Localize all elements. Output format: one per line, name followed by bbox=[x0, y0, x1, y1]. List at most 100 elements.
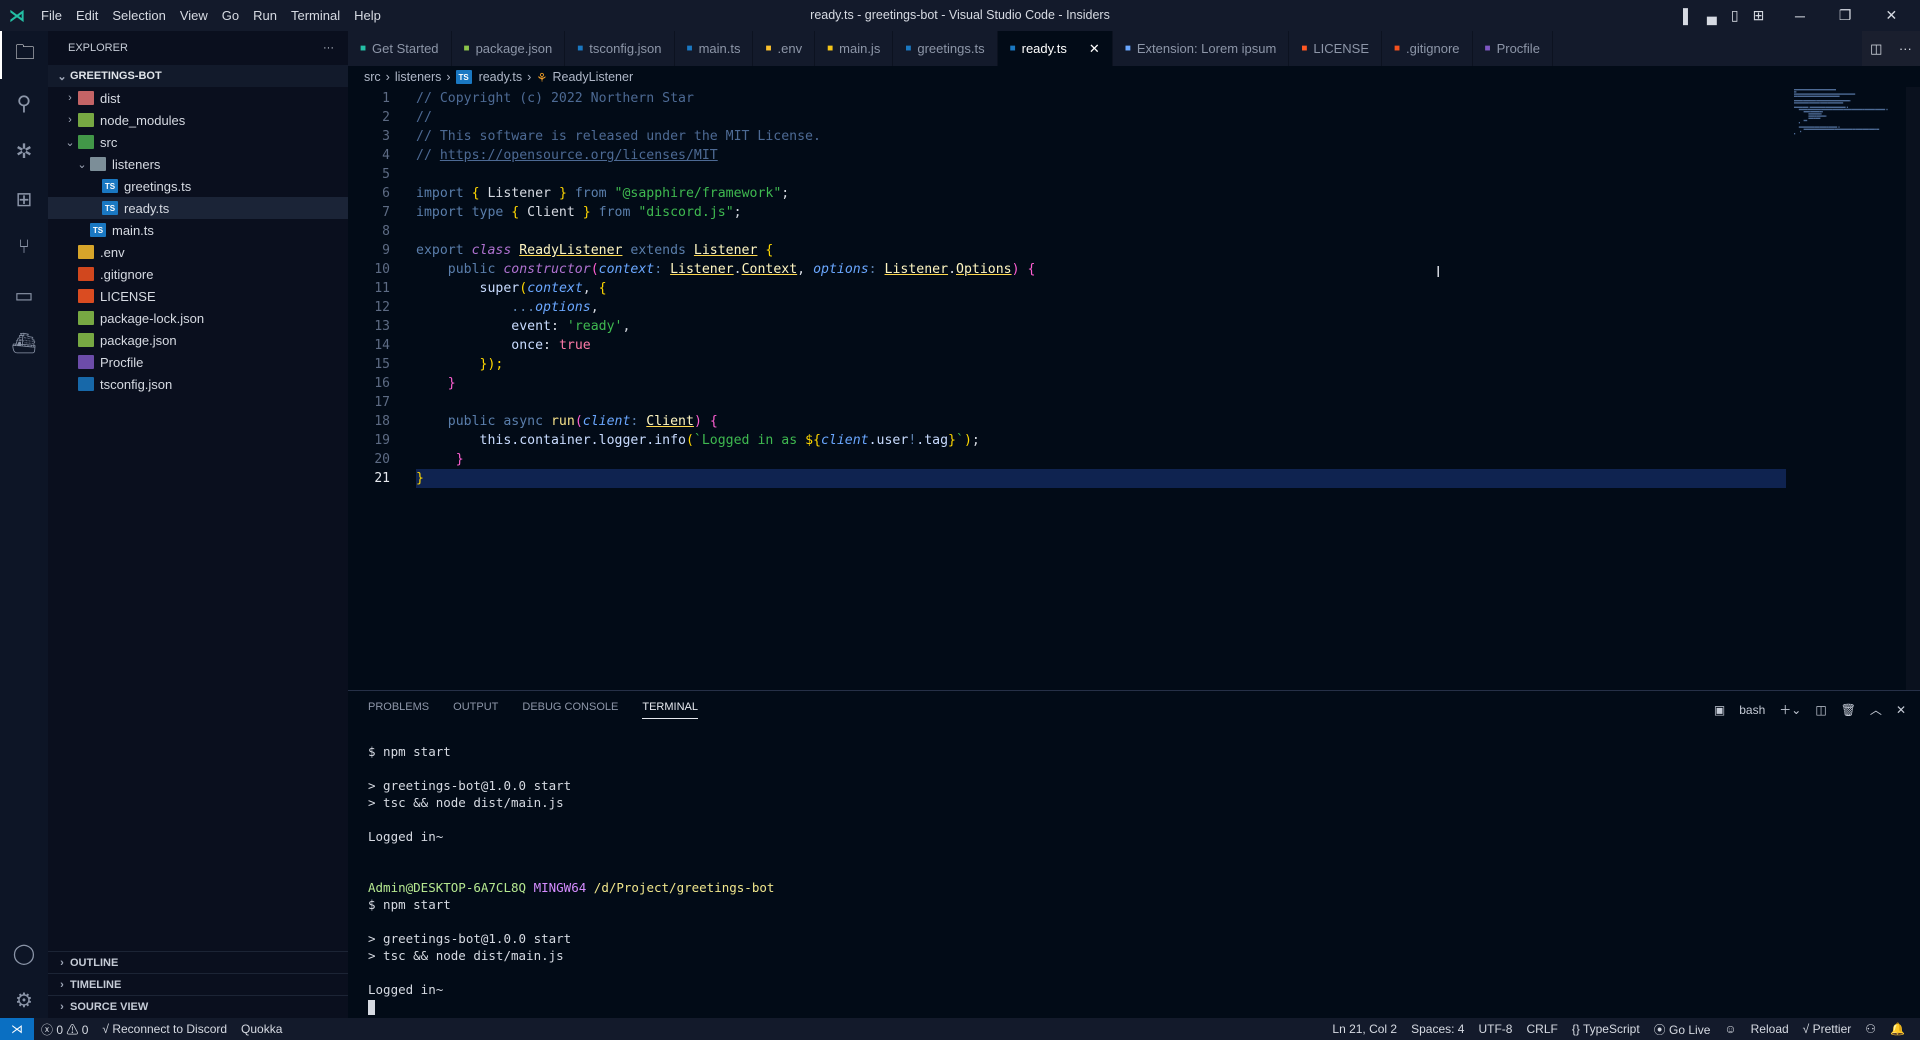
tab-extension-lorem-ipsum[interactable]: ■ Extension: Lorem ipsum bbox=[1113, 31, 1290, 66]
tab-main-ts[interactable]: ■ main.ts bbox=[675, 31, 754, 66]
section-outline[interactable]: › OUTLINE bbox=[48, 951, 348, 973]
tree-item[interactable]: › dist bbox=[48, 87, 348, 109]
customize-layout-icon[interactable]: ⊞ bbox=[1753, 7, 1765, 24]
panel-tab-problems[interactable]: PROBLEMS bbox=[368, 701, 429, 719]
tab-main-js[interactable]: ■ main.js bbox=[815, 31, 894, 66]
breadcrumb-item[interactable]: ReadyListener bbox=[553, 70, 634, 84]
account-icon[interactable]: ◯ bbox=[0, 929, 48, 977]
tab--gitignore[interactable]: ■ .gitignore bbox=[1382, 31, 1473, 66]
tree-item[interactable]: TS ready.ts bbox=[48, 197, 348, 219]
code-token: : bbox=[630, 414, 647, 429]
indentation[interactable]: Spaces: 4 bbox=[1404, 1022, 1471, 1036]
kill-terminal-icon[interactable]: 🗑 bbox=[1841, 703, 1856, 717]
tab-get-started[interactable]: ■ Get Started bbox=[348, 31, 452, 66]
menu-edit[interactable]: Edit bbox=[69, 8, 105, 23]
search-icon[interactable]: ⚲ bbox=[0, 79, 48, 127]
toggle-sidebar-icon[interactable]: ▌ bbox=[1683, 8, 1693, 24]
menu-go[interactable]: Go bbox=[215, 8, 246, 23]
menu-terminal[interactable]: Terminal bbox=[284, 8, 347, 23]
extensions-icon[interactable]: ⊞ bbox=[0, 175, 48, 223]
panel-tab-output[interactable]: OUTPUT bbox=[453, 701, 498, 719]
cursor-position[interactable]: Ln 21, Col 2 bbox=[1325, 1022, 1404, 1036]
file-tree: › dist › node_modules ⌄ src ⌄ listeners TS greeti… bbox=[48, 87, 348, 395]
quokka-status[interactable]: Quokka bbox=[234, 1022, 289, 1036]
tab-tsconfig-json[interactable]: ■ tsconfig.json bbox=[565, 31, 675, 66]
prettier-status[interactable]: √ Prettier bbox=[1796, 1022, 1859, 1036]
shell-name[interactable]: bash bbox=[1739, 703, 1765, 717]
menu-view[interactable]: View bbox=[173, 8, 215, 23]
more-actions-icon[interactable]: ··· bbox=[323, 42, 334, 54]
tree-item[interactable]: TS greetings.ts bbox=[48, 175, 348, 197]
project-name: GREETINGS-BOT bbox=[70, 70, 162, 82]
minimize-button[interactable]: ─ bbox=[1795, 8, 1805, 24]
breadcrumb-item[interactable]: src bbox=[364, 70, 381, 84]
code-line: }); bbox=[416, 355, 504, 374]
toggle-secondary-sidebar-icon[interactable]: ▯ bbox=[1731, 7, 1739, 24]
tab-license[interactable]: ■ LICENSE bbox=[1289, 31, 1382, 66]
close-window-button[interactable]: ✕ bbox=[1885, 7, 1897, 24]
toggle-panel-icon[interactable]: ▄ bbox=[1707, 8, 1717, 24]
menu-help[interactable]: Help bbox=[347, 8, 388, 23]
tree-item[interactable]: LICENSE bbox=[48, 285, 348, 307]
minimap[interactable] bbox=[1792, 87, 1904, 137]
tab-procfile[interactable]: ■ Procfile bbox=[1473, 31, 1553, 66]
tab--env[interactable]: ■ .env bbox=[753, 31, 816, 66]
maximize-panel-icon[interactable]: ︿ bbox=[1870, 701, 1882, 718]
close-tab-icon[interactable]: ✕ bbox=[1089, 41, 1100, 57]
split-terminal-icon[interactable]: ◫ bbox=[1815, 703, 1826, 717]
terminal-output[interactable]: $ npm start > greetings-bot@1.0.0 start > … bbox=[368, 743, 774, 1015]
panel-tab-terminal[interactable]: TERMINAL bbox=[642, 701, 698, 719]
project-root[interactable]: ⌄ GREETINGS-BOT bbox=[48, 65, 348, 87]
breadcrumb-item[interactable]: ready.ts bbox=[479, 70, 523, 84]
tree-item[interactable]: Procfile bbox=[48, 351, 348, 373]
encoding[interactable]: UTF-8 bbox=[1471, 1022, 1519, 1036]
tree-item[interactable]: package.json bbox=[48, 329, 348, 351]
typescript-icon: ■ bbox=[686, 43, 693, 54]
remote-icon[interactable]: ⋊ bbox=[0, 1018, 34, 1040]
explorer-icon[interactable]: 🗀 bbox=[0, 31, 48, 79]
go-live[interactable]: ⦿ Go Live bbox=[1647, 1021, 1718, 1038]
source-control-icon[interactable]: ⑂ bbox=[0, 223, 48, 271]
docker-icon[interactable]: ⛴ bbox=[0, 319, 48, 367]
new-terminal-icon[interactable]: ＋⌄ bbox=[1779, 701, 1801, 718]
language-mode[interactable]: {} TypeScript bbox=[1565, 1022, 1647, 1036]
copilot-icon[interactable]: ☺ bbox=[1717, 1022, 1743, 1036]
split-editor-icon[interactable]: ◫ bbox=[1870, 41, 1882, 57]
menu-run[interactable]: Run bbox=[246, 8, 284, 23]
tree-item[interactable]: › node_modules bbox=[48, 109, 348, 131]
tab-package-json[interactable]: ■ package.json bbox=[452, 31, 566, 66]
menu-selection[interactable]: Selection bbox=[105, 8, 172, 23]
tree-item[interactable]: ⌄ listeners bbox=[48, 153, 348, 175]
editor-scrollbar[interactable] bbox=[1906, 87, 1920, 690]
restore-button[interactable]: ❐ bbox=[1839, 7, 1852, 24]
debug-icon[interactable]: ✲ bbox=[0, 127, 48, 175]
line-ending[interactable]: CRLF bbox=[1519, 1022, 1564, 1036]
section-source-view[interactable]: › SOURCE VIEW bbox=[48, 995, 348, 1017]
notifications-icon[interactable]: 🔔 bbox=[1883, 1022, 1912, 1036]
manage-icon[interactable]: ⚙ bbox=[0, 976, 48, 1024]
tree-item[interactable]: TS main.ts bbox=[48, 219, 348, 241]
tree-item[interactable]: tsconfig.json bbox=[48, 373, 348, 395]
problems-status[interactable]: ⓧ 0 ⚠ 0 bbox=[34, 1021, 95, 1038]
menu-file[interactable]: File bbox=[34, 8, 69, 23]
tree-item[interactable]: .env bbox=[48, 241, 348, 263]
chevron-icon: ⌄ bbox=[65, 136, 75, 149]
tree-item[interactable]: ⌄ src bbox=[48, 131, 348, 153]
code-editor[interactable]: 1 // Copyright (c) 2022 Northern Star 2 // 3… bbox=[348, 87, 1792, 690]
close-panel-icon[interactable]: ✕ bbox=[1896, 703, 1906, 717]
tree-item[interactable]: .gitignore bbox=[48, 263, 348, 285]
remote-explorer-icon[interactable]: ▭ bbox=[0, 271, 48, 319]
tree-item[interactable]: package-lock.json bbox=[48, 307, 348, 329]
tab-greetings-ts[interactable]: ■ greetings.ts bbox=[893, 31, 998, 66]
tab-ready-ts[interactable]: ■ ready.ts ✕ bbox=[997, 31, 1113, 66]
feedback-icon[interactable]: ⚇ bbox=[1858, 1022, 1883, 1036]
terminal-text: $ npm start bbox=[368, 744, 451, 759]
terminal-text: MINGW64 bbox=[533, 880, 587, 895]
section-timeline[interactable]: › TIMELINE bbox=[48, 973, 348, 995]
more-actions-icon[interactable]: ··· bbox=[1899, 41, 1912, 56]
breadcrumb-item[interactable]: listeners bbox=[395, 70, 442, 84]
reconnect-discord[interactable]: √ Reconnect to Discord bbox=[95, 1022, 234, 1036]
reload-button[interactable]: Reload bbox=[1744, 1022, 1796, 1036]
panel-tab-debug-console[interactable]: DEBUG CONSOLE bbox=[522, 701, 618, 719]
